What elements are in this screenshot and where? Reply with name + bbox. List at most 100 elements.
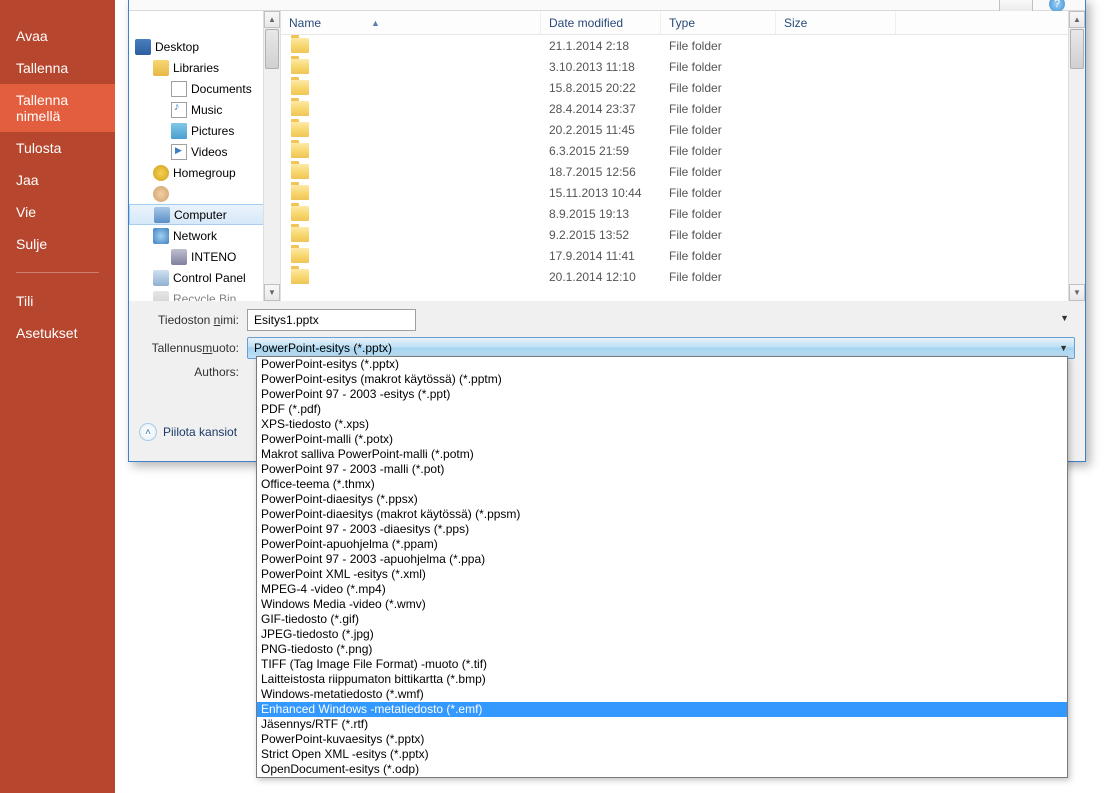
- recycle-icon: [153, 291, 169, 302]
- column-name[interactable]: Name▲: [281, 11, 541, 34]
- format-option[interactable]: Enhanced Windows -metatiedosto (*.emf): [257, 702, 1067, 717]
- format-option[interactable]: PowerPoint-esitys (makrot käytössä) (*.p…: [257, 372, 1067, 387]
- format-option[interactable]: Laitteistosta riippumaton bittikartta (*…: [257, 672, 1067, 687]
- dropdown-arrow-icon[interactable]: ▼: [1060, 313, 1069, 323]
- sidebar-item-close[interactable]: Sulje: [0, 228, 115, 260]
- format-option[interactable]: Makrot salliva PowerPoint-malli (*.potm): [257, 447, 1067, 462]
- format-option[interactable]: Windows Media -video (*.wmv): [257, 597, 1067, 612]
- format-option[interactable]: PowerPoint 97 - 2003 -diaesitys (*.pps): [257, 522, 1067, 537]
- backstage-sidebar: Avaa Tallenna Tallenna nimellä Tulosta J…: [0, 0, 115, 793]
- format-option[interactable]: GIF-tiedosto (*.gif): [257, 612, 1067, 627]
- scroll-up-icon[interactable]: ▲: [1069, 11, 1085, 28]
- tree-user[interactable]: [129, 183, 280, 204]
- tree-network[interactable]: Network: [129, 225, 280, 246]
- file-row[interactable]: 20.1.2014 12:10File folder: [281, 266, 1085, 287]
- file-row[interactable]: 18.7.2015 12:56File folder: [281, 161, 1085, 182]
- format-option[interactable]: PowerPoint 97 - 2003 -esitys (*.ppt): [257, 387, 1067, 402]
- format-dropdown-list[interactable]: PowerPoint-esitys (*.pptx)PowerPoint-esi…: [256, 356, 1068, 778]
- folder-icon: [291, 122, 309, 137]
- folder-icon: [291, 206, 309, 221]
- tree-computer[interactable]: Computer: [129, 204, 280, 225]
- column-size[interactable]: Size: [776, 11, 896, 34]
- file-row[interactable]: 28.4.2014 23:37File folder: [281, 98, 1085, 119]
- sidebar-item-options[interactable]: Asetukset: [0, 317, 115, 349]
- tree-recyclebin[interactable]: Recycle Bin: [129, 288, 280, 301]
- tree-pictures[interactable]: Pictures: [129, 120, 280, 141]
- file-type: File folder: [661, 123, 776, 137]
- file-row[interactable]: 17.9.2014 11:41File folder: [281, 245, 1085, 266]
- file-row[interactable]: 6.3.2015 21:59File folder: [281, 140, 1085, 161]
- sidebar-item-account[interactable]: Tili: [0, 285, 115, 317]
- dialog-toolbar: ?: [129, 0, 1085, 11]
- scroll-down-icon[interactable]: ▼: [264, 284, 280, 301]
- tree-desktop[interactable]: Desktop: [129, 36, 280, 57]
- file-type: File folder: [661, 249, 776, 263]
- folder-icon: [291, 269, 309, 284]
- folder-icon: [291, 164, 309, 179]
- scroll-thumb[interactable]: [265, 29, 279, 69]
- format-option[interactable]: JPEG-tiedosto (*.jpg): [257, 627, 1067, 642]
- format-option[interactable]: PowerPoint-apuohjelma (*.ppam): [257, 537, 1067, 552]
- tree-libraries[interactable]: Libraries: [129, 57, 280, 78]
- tree-label: Network: [173, 229, 217, 243]
- tree-videos[interactable]: Videos: [129, 141, 280, 162]
- file-row[interactable]: 20.2.2015 11:45File folder: [281, 119, 1085, 140]
- sidebar-item-save[interactable]: Tallenna: [0, 52, 115, 84]
- format-option[interactable]: MPEG-4 -video (*.mp4): [257, 582, 1067, 597]
- dropdown-arrow-icon: ▼: [1059, 343, 1068, 353]
- format-option[interactable]: PowerPoint-esitys (*.pptx): [257, 357, 1067, 372]
- file-date: 15.8.2015 20:22: [541, 81, 661, 95]
- hide-folders-button[interactable]: ˄ Piilota kansiot: [139, 423, 237, 441]
- column-type[interactable]: Type: [661, 11, 776, 34]
- column-date[interactable]: Date modified: [541, 11, 661, 34]
- tree-label: Music: [191, 103, 222, 117]
- folder-icon: [291, 248, 309, 263]
- tree-inteno[interactable]: INTENO: [129, 246, 280, 267]
- tree-controlpanel[interactable]: Control Panel: [129, 267, 280, 288]
- tree-documents[interactable]: Documents: [129, 78, 280, 99]
- filename-input[interactable]: [247, 309, 416, 331]
- format-option[interactable]: TIFF (Tag Image File Format) -muoto (*.t…: [257, 657, 1067, 672]
- documents-icon: [171, 81, 187, 97]
- format-option[interactable]: Windows-metatiedosto (*.wmf): [257, 687, 1067, 702]
- list-scrollbar[interactable]: ▲ ▼: [1068, 11, 1085, 301]
- format-option[interactable]: Jäsennys/RTF (*.rtf): [257, 717, 1067, 732]
- file-date: 6.3.2015 21:59: [541, 144, 661, 158]
- format-option[interactable]: XPS-tiedosto (*.xps): [257, 417, 1067, 432]
- file-row[interactable]: 9.2.2015 13:52File folder: [281, 224, 1085, 245]
- sidebar-item-open[interactable]: Avaa: [0, 20, 115, 52]
- format-option[interactable]: PowerPoint-malli (*.potx): [257, 432, 1067, 447]
- scroll-down-icon[interactable]: ▼: [1069, 284, 1085, 301]
- sidebar-item-print[interactable]: Tulosta: [0, 132, 115, 164]
- desktop-icon: [135, 39, 151, 55]
- format-option[interactable]: Office-teema (*.thmx): [257, 477, 1067, 492]
- file-row[interactable]: 8.9.2015 19:13File folder: [281, 203, 1085, 224]
- sidebar-item-saveas[interactable]: Tallenna nimellä: [0, 84, 115, 132]
- tree-label: Pictures: [191, 124, 234, 138]
- sidebar-item-share[interactable]: Jaa: [0, 164, 115, 196]
- sidebar-item-export[interactable]: Vie: [0, 196, 115, 228]
- format-option[interactable]: PowerPoint-kuvaesitys (*.pptx): [257, 732, 1067, 747]
- tree-homegroup[interactable]: Homegroup: [129, 162, 280, 183]
- format-option[interactable]: PowerPoint-diaesitys (*.ppsx): [257, 492, 1067, 507]
- scroll-up-icon[interactable]: ▲: [264, 11, 280, 28]
- file-type: File folder: [661, 228, 776, 242]
- format-option[interactable]: PowerPoint 97 - 2003 -apuohjelma (*.ppa): [257, 552, 1067, 567]
- file-row[interactable]: 3.10.2013 11:18File folder: [281, 56, 1085, 77]
- format-option[interactable]: PowerPoint-diaesitys (makrot käytössä) (…: [257, 507, 1067, 522]
- file-row[interactable]: 15.8.2015 20:22File folder: [281, 77, 1085, 98]
- control-panel-icon: [153, 270, 169, 286]
- tree-scrollbar[interactable]: ▲ ▼: [263, 11, 280, 301]
- format-option[interactable]: PNG-tiedosto (*.png): [257, 642, 1067, 657]
- format-option[interactable]: PDF (*.pdf): [257, 402, 1067, 417]
- format-option[interactable]: PowerPoint 97 - 2003 -malli (*.pot): [257, 462, 1067, 477]
- tree-label: Control Panel: [173, 271, 246, 285]
- tree-music[interactable]: Music: [129, 99, 280, 120]
- file-row[interactable]: 15.11.2013 10:44File folder: [281, 182, 1085, 203]
- format-option[interactable]: Strict Open XML -esitys (*.pptx): [257, 747, 1067, 762]
- format-option[interactable]: PowerPoint XML -esitys (*.xml): [257, 567, 1067, 582]
- file-date: 21.1.2014 2:18: [541, 39, 661, 53]
- file-row[interactable]: 21.1.2014 2:18File folder: [281, 35, 1085, 56]
- scroll-thumb[interactable]: [1070, 29, 1084, 69]
- format-option[interactable]: OpenDocument-esitys (*.odp): [257, 762, 1067, 777]
